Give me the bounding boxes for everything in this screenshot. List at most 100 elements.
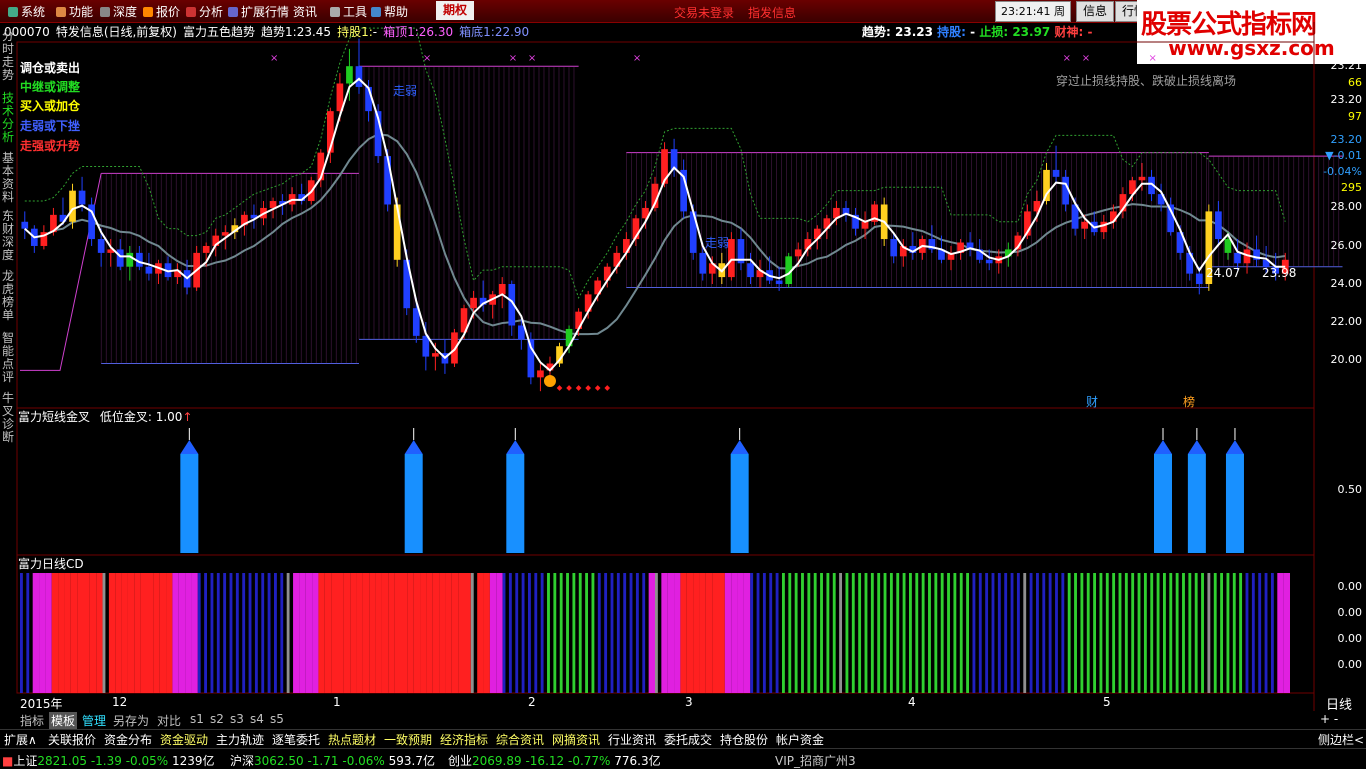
info-tab-web-news[interactable]: 网摘资讯	[552, 731, 600, 748]
cd-bar	[108, 573, 116, 693]
fortune-value: -	[1087, 25, 1093, 39]
index-hushen[interactable]: 沪深3062.50 -1.71 -0.06% 593.7亿	[230, 752, 435, 769]
hint-text: 穿过止损线持股、跌破止损线离场	[1056, 74, 1237, 88]
cd-bar	[470, 573, 474, 693]
signal-diamond	[604, 385, 611, 391]
cd-bar	[635, 573, 639, 693]
info-tab-hot[interactable]: 热点题材	[328, 731, 376, 748]
cd-bar	[305, 573, 313, 693]
cd-bar	[597, 573, 601, 693]
info-tab-industry[interactable]: 行业资讯	[608, 731, 656, 748]
cd-bar	[794, 573, 798, 693]
cd-bar	[420, 573, 427, 693]
cd-bar	[845, 573, 849, 693]
index-shanghai[interactable]: ■上证2821.05 -1.39 -0.05% 1239亿	[2, 752, 215, 769]
info-tab-news[interactable]: 综合资讯	[496, 731, 544, 748]
info-tab-account[interactable]: 帐户资金	[776, 731, 824, 748]
cd-bar	[451, 573, 459, 693]
candle-body	[1234, 252, 1241, 264]
info-tab-related[interactable]: 关联报价	[48, 731, 96, 748]
tab-s1[interactable]: s1	[190, 712, 204, 726]
cd-bar	[115, 573, 122, 693]
x-label-1: 1	[333, 695, 341, 709]
tab-template[interactable]: 模板	[49, 712, 78, 729]
tab-s2[interactable]: s2	[210, 712, 224, 726]
tab-s4[interactable]: s4	[250, 712, 264, 726]
cd-bar	[337, 573, 344, 693]
hold-label: 持股:	[937, 25, 966, 39]
cd-bar	[686, 573, 694, 693]
info-tab-holdings[interactable]: 持仓股份	[720, 731, 768, 748]
cd-bar	[369, 573, 376, 693]
cd-bar	[661, 573, 668, 693]
info-tab-econ[interactable]: 经济指标	[440, 731, 488, 748]
price-label-a: 24.07	[1206, 266, 1241, 280]
side-tab-comment[interactable]: 智能点评	[2, 332, 16, 384]
side-tab-eastmoney[interactable]: 东财深度	[2, 210, 16, 262]
cd-bar	[915, 573, 919, 693]
axis-top-5: ▼-0.01	[1325, 149, 1362, 162]
cd-bar	[699, 573, 706, 693]
x-label-5: 5	[1103, 695, 1111, 709]
cd-bar	[820, 573, 823, 693]
cd-bar	[318, 573, 325, 693]
side-tab-basic[interactable]: 基本资料	[2, 152, 16, 204]
tab-s5[interactable]: s5	[270, 712, 284, 726]
cd-bar	[648, 573, 655, 693]
panel3-tick-0: 0.00	[1337, 580, 1363, 593]
golden-cross-bar	[180, 454, 199, 553]
candle-body	[393, 204, 401, 260]
tab-compare[interactable]: 对比	[157, 712, 181, 729]
cd-bar	[293, 573, 300, 693]
sell-marker: ×	[423, 53, 431, 64]
cd-bar	[1226, 573, 1230, 693]
boxbot1-label: 箱底1:	[459, 25, 495, 39]
sidebar-toggle[interactable]: 侧边栏<	[1318, 731, 1364, 748]
legend-sell: 调仓或卖出	[20, 61, 81, 75]
info-tab-fund-dist[interactable]: 资金分布	[104, 731, 152, 748]
cd-bar	[261, 573, 265, 693]
cd-bar	[20, 573, 23, 693]
cd-bar	[743, 573, 751, 693]
sell-marker: ×	[528, 53, 536, 64]
panel3-tick-1: 0.00	[1337, 606, 1363, 619]
indicator-tabs: 指标 模板 管理 另存为 对比 s1 s2 s3 s4 s5 + -	[0, 711, 1366, 729]
cd-bar	[674, 573, 681, 693]
side-tab-dragon[interactable]: 龙虎榜单	[2, 270, 16, 322]
info-tab-expand[interactable]: 扩展∧	[4, 731, 37, 748]
zoom-controls[interactable]: + -	[1320, 712, 1338, 726]
cd-bar	[775, 573, 779, 693]
boxbot1-value: 22.90	[494, 25, 530, 39]
cd-bar	[813, 573, 817, 693]
info-tab-orders[interactable]: 逐笔委托	[272, 731, 320, 748]
cd-bar	[693, 573, 700, 693]
up-arrow-icon: ↑	[182, 410, 193, 424]
cd-bar	[566, 573, 569, 693]
tab-manage[interactable]: 管理	[82, 712, 106, 729]
tab-save-as[interactable]: 另存为	[113, 712, 149, 729]
golden-cross-cap	[506, 440, 525, 454]
side-tab-timeshare[interactable]: 分时走势	[2, 30, 16, 82]
stop-label: 止损:	[979, 25, 1009, 39]
candle-body	[985, 259, 993, 264]
info-tab-fund-drive[interactable]: 资金驱动	[160, 731, 208, 748]
cd-bar	[1055, 573, 1058, 693]
candle-body	[1138, 176, 1146, 181]
golden-cross-bar	[1154, 454, 1172, 553]
info-tab-deals[interactable]: 委托成交	[664, 731, 712, 748]
candle-body	[346, 66, 353, 84]
trend-value: 23.23	[895, 25, 933, 39]
tab-s3[interactable]: s3	[230, 712, 244, 726]
tab-indicator[interactable]: 指标	[20, 712, 44, 729]
hold1-label: 持股1:	[337, 25, 373, 39]
cd-bar	[877, 573, 881, 693]
side-tab-tech[interactable]: 技术分析	[2, 92, 16, 144]
info-tab-main-track[interactable]: 主力轨迹	[216, 731, 264, 748]
cd-bar	[388, 573, 395, 693]
info-tab-forecast[interactable]: 一致预期	[384, 731, 432, 748]
indicator-info-line: 000070 特发信息(日线,前复权) 富力五色趋势 趋势1:23.45 持股1:- 箱顶…	[4, 23, 535, 39]
side-tab-diagnose[interactable]: 牛叉诊断	[2, 392, 16, 444]
cd-bar	[127, 573, 135, 693]
index-chinext[interactable]: 创业2069.89 -16.12 -0.77% 776.3亿	[448, 752, 661, 769]
panel2-title: 富力短线金叉 低位金叉: 1.00↑	[18, 408, 193, 425]
